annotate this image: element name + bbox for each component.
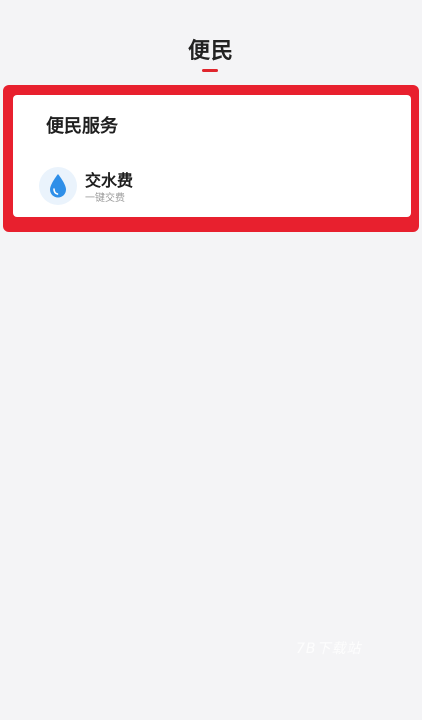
title-underline (202, 69, 218, 72)
water-fee-item[interactable]: 交水费 一键交费 (39, 165, 179, 209)
page-title: 便民 (187, 39, 234, 64)
watermark: 7B下载站 (296, 641, 362, 657)
service-name: 交水费 (85, 171, 134, 190)
service-card: 便民服务 交水费 一键交费 (13, 95, 411, 217)
top-bar: 便民 (0, 0, 422, 84)
water-drop-icon (39, 167, 77, 205)
section-title: 便民服务 (46, 116, 118, 137)
service-description: 一键交费 (85, 193, 125, 204)
